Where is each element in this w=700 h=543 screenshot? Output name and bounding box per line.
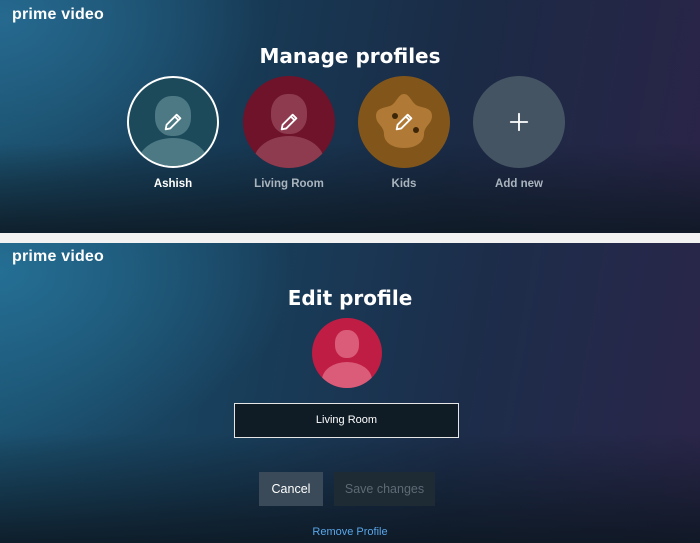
plus-icon: [509, 112, 529, 132]
cancel-button[interactable]: Cancel: [259, 472, 323, 506]
avatar[interactable]: [358, 76, 450, 168]
adult-avatar-icon: [335, 330, 359, 358]
avatar[interactable]: [127, 76, 219, 168]
profile-name: Ashish: [153, 178, 193, 190]
page-title: Manage profiles: [259, 44, 441, 68]
profile-kids[interactable]: Kids: [354, 76, 454, 190]
divider: [0, 233, 700, 243]
avatar[interactable]: [473, 76, 565, 168]
remove-profile-link[interactable]: Remove Profile: [0, 526, 700, 538]
profile-name: Living Room: [254, 178, 324, 190]
profile-name: Kids: [391, 178, 417, 190]
avatar[interactable]: [243, 76, 335, 168]
avatar[interactable]: [312, 318, 382, 388]
profile-add-new[interactable]: Add new: [469, 76, 569, 190]
prime-video-logo[interactable]: prime video: [12, 6, 104, 24]
profile-name-input[interactable]: Living Room: [234, 403, 459, 438]
page-title: Edit profile: [287, 286, 413, 310]
pencil-icon: [395, 113, 413, 131]
pencil-icon: [280, 113, 298, 131]
profile-name: Add new: [495, 178, 543, 190]
profile-ashish[interactable]: Ashish: [123, 76, 223, 190]
manage-profiles-screen: prime video Manage profiles Ashish Livin…: [0, 0, 700, 233]
pencil-icon: [164, 113, 182, 131]
edit-profile-screen: prime video Edit profile Living Room Can…: [0, 243, 700, 543]
save-changes-button[interactable]: Save changes: [334, 472, 435, 506]
prime-video-logo[interactable]: prime video: [12, 248, 104, 266]
profile-living-room[interactable]: Living Room: [239, 76, 339, 190]
